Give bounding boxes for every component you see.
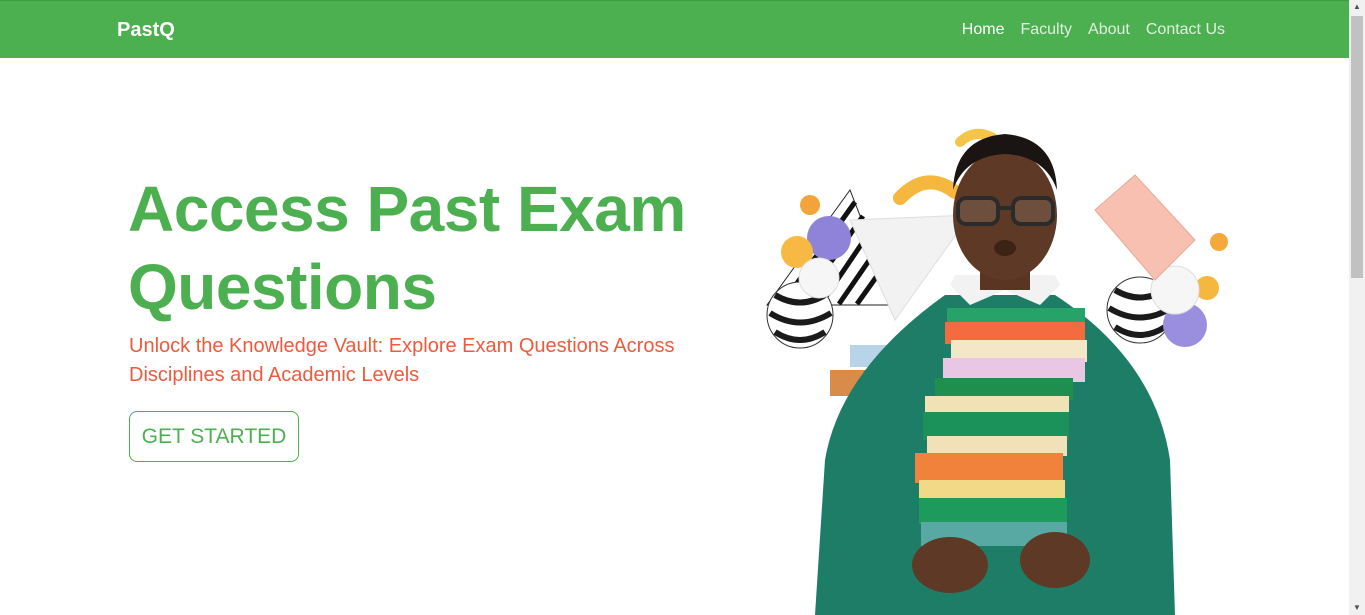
- nav-link-faculty[interactable]: Faculty: [1020, 21, 1072, 39]
- hero-subtitle: Unlock the Knowledge Vault: Explore Exam…: [129, 335, 675, 386]
- page: PastQ Home Faculty About Contact Us Acce…: [0, 0, 1365, 615]
- brand-logo-link[interactable]: PastQ: [117, 19, 175, 42]
- nav-links: Home Faculty About Contact Us: [962, 21, 1225, 39]
- scroll-thumb[interactable]: [1351, 16, 1363, 278]
- scroll-down-arrow-icon[interactable]: ▼: [1349, 601, 1365, 615]
- nav-link-contact-us[interactable]: Contact Us: [1146, 21, 1225, 39]
- hero-title: Access Past Exam Questions: [128, 173, 686, 323]
- hero-image: [755, 120, 1245, 615]
- navbar: PastQ Home Faculty About Contact Us: [0, 0, 1349, 58]
- nav-link-about[interactable]: About: [1088, 21, 1130, 39]
- vertical-scrollbar[interactable]: ▲ ▼: [1349, 0, 1365, 615]
- student-with-books-illustration: [766, 128, 1228, 615]
- nav-link-home[interactable]: Home: [962, 21, 1005, 39]
- get-started-button[interactable]: GET STARTED: [129, 411, 299, 462]
- scroll-up-arrow-icon[interactable]: ▲: [1349, 0, 1365, 14]
